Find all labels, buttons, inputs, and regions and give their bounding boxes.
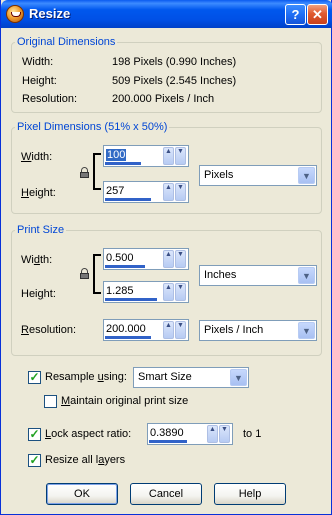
resample-label[interactable]: Resample using:	[45, 371, 127, 383]
resize-layers-label[interactable]: Resize all layers	[45, 454, 125, 466]
resize-layers-checkbox[interactable]: ✓	[28, 454, 41, 467]
spin-down-icon[interactable]: ▼	[175, 183, 186, 201]
lock-aspect-label[interactable]: Lock aspect ratio:	[45, 428, 131, 440]
pixel-height-slider-bar[interactable]	[105, 198, 151, 201]
dropdown-arrow-icon[interactable]: ▼	[230, 369, 247, 386]
resolution-slider-bar[interactable]	[105, 336, 151, 339]
paint-shop-app-icon	[6, 5, 24, 23]
aspect-suffix: to 1	[243, 428, 262, 440]
print-height-label: Height:	[21, 288, 56, 300]
spin-up-icon[interactable]: ▲	[163, 250, 174, 268]
print-size-legend: Print Size	[17, 224, 65, 236]
print-height-slider-bar[interactable]	[105, 298, 157, 301]
print-width-input[interactable]: 0.500	[106, 252, 134, 264]
spin-down-icon[interactable]: ▼	[175, 250, 186, 268]
original-width-label: Width:	[22, 56, 54, 68]
spin-up-icon[interactable]: ▲	[163, 321, 174, 339]
print-resolution-label: Resolution:	[21, 324, 77, 336]
pixel-height-label: Height:	[21, 187, 56, 199]
print-link-bracket	[93, 254, 101, 294]
print-unit-value: Inches	[204, 269, 237, 281]
print-width-spinner[interactable]: 0.500 ▲ ▼	[103, 248, 189, 270]
pixel-dimensions-legend: Pixel Dimensions (51% x 50%)	[17, 121, 168, 133]
aspect-ratio-slider-bar[interactable]	[149, 440, 187, 443]
pixel-unit-value: Pixels	[204, 169, 234, 181]
original-height-value: 509 Pixels (2.545 Inches)	[112, 75, 237, 87]
resize-dialog: Resize ? ✕ Original Dimensions Width: 19…	[0, 0, 332, 515]
pixel-width-label: Width:	[21, 151, 53, 163]
lock-icon[interactable]	[80, 268, 89, 279]
original-dimensions-legend: Original Dimensions	[17, 36, 116, 48]
spin-down-icon[interactable]: ▼	[219, 425, 230, 443]
print-height-spinner[interactable]: 1.285 ▲ ▼	[103, 281, 189, 303]
ok-button[interactable]: OK	[46, 483, 118, 505]
resample-method-value: Smart Size	[138, 371, 192, 383]
pixel-width-input[interactable]: 100	[106, 149, 127, 161]
resolution-unit-select[interactable]: Pixels / Inch ▼	[199, 320, 317, 341]
spin-down-icon[interactable]: ▼	[175, 147, 186, 165]
aspect-ratio-input[interactable]: 0.3890	[150, 427, 184, 439]
resolution-unit-value: Pixels / Inch	[204, 324, 264, 336]
resolution-spinner[interactable]: 200.000 ▲ ▼	[103, 319, 189, 341]
pixel-height-spinner[interactable]: 257 ▲ ▼	[103, 181, 189, 203]
resample-method-select[interactable]: Smart Size ▼	[133, 367, 249, 388]
print-width-slider-bar[interactable]	[105, 265, 145, 268]
pixel-unit-select[interactable]: Pixels ▼	[199, 165, 317, 186]
help-icon[interactable]: ?	[285, 4, 306, 25]
original-width-value: 198 Pixels (0.990 Inches)	[112, 56, 237, 68]
original-resolution-label: Resolution:	[22, 93, 78, 105]
window-title: Resize	[29, 6, 71, 21]
dropdown-arrow-icon[interactable]: ▼	[298, 167, 315, 184]
dropdown-arrow-icon[interactable]: ▼	[298, 322, 315, 339]
pixel-width-slider-bar[interactable]	[105, 162, 141, 165]
help-button[interactable]: Help	[214, 483, 286, 505]
resolution-input[interactable]: 200.000	[106, 323, 146, 335]
original-resolution-value: 200.000 Pixels / Inch	[112, 93, 215, 105]
lock-icon[interactable]	[80, 167, 89, 178]
resample-checkbox[interactable]: ✓	[28, 371, 41, 384]
aspect-ratio-spinner[interactable]: 0.3890 ▲ ▼	[147, 423, 233, 445]
spin-up-icon[interactable]: ▲	[163, 283, 174, 301]
pixel-link-bracket	[93, 153, 101, 190]
print-unit-select[interactable]: Inches ▼	[199, 265, 317, 286]
maintain-print-size-label[interactable]: Maintain original print size	[61, 395, 188, 407]
title-bar[interactable]: Resize ? ✕	[1, 0, 332, 28]
close-icon[interactable]: ✕	[307, 4, 328, 25]
print-width-label: Width:	[21, 254, 53, 266]
spin-up-icon[interactable]: ▲	[163, 147, 174, 165]
maintain-print-size-checkbox[interactable]	[44, 395, 57, 408]
original-height-label: Height:	[22, 75, 57, 87]
spin-down-icon[interactable]: ▼	[175, 283, 186, 301]
cancel-button[interactable]: Cancel	[130, 483, 202, 505]
spin-up-icon[interactable]: ▲	[207, 425, 218, 443]
pixel-height-input[interactable]: 257	[106, 185, 124, 197]
print-height-input[interactable]: 1.285	[106, 285, 134, 297]
lock-aspect-checkbox[interactable]: ✓	[28, 428, 41, 441]
dropdown-arrow-icon[interactable]: ▼	[298, 267, 315, 284]
spin-down-icon[interactable]: ▼	[175, 321, 186, 339]
pixel-width-spinner[interactable]: 100 ▲ ▼	[103, 145, 189, 167]
spin-up-icon[interactable]: ▲	[163, 183, 174, 201]
